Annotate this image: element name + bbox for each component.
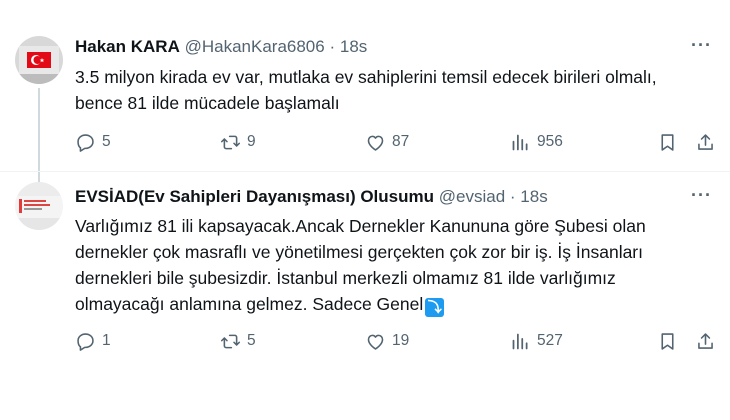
tweet-header: EVSİAD(Ev Sahipleri Dayanışması) Olusumu…: [75, 187, 548, 207]
display-name[interactable]: Hakan KARA: [75, 37, 180, 56]
retweet-button[interactable]: 9: [220, 130, 256, 154]
like-button[interactable]: 19: [365, 329, 409, 353]
retweet-icon: [220, 135, 241, 149]
avatar[interactable]: [15, 36, 63, 84]
tweet-text-body: Varlığımız 81 ili kapsayacak.Ancak Derne…: [75, 216, 646, 314]
show-more-icon[interactable]: ⤵: [425, 298, 445, 317]
like-count: 87: [392, 133, 410, 150]
heart-icon: [367, 334, 384, 350]
tweet-header: Hakan KARA @HakanKara6806 · 18s: [75, 37, 367, 57]
reply-button[interactable]: 5: [75, 130, 111, 154]
display-name[interactable]: EVSİAD(Ev Sahipleri Dayanışması) Olusumu: [75, 187, 434, 206]
retweet-count: 5: [247, 332, 256, 349]
heart-icon: [367, 135, 384, 151]
more-options-icon[interactable]: ···: [691, 185, 712, 206]
tweet-actions: 5 9 87 956: [75, 130, 720, 154]
views-button[interactable]: 527: [510, 329, 563, 353]
user-handle[interactable]: @HakanKara6806: [185, 37, 325, 56]
tweet-text: Varlığımız 81 ili kapsayacak.Ancak Derne…: [75, 213, 725, 317]
views-bar-chart-icon: [512, 333, 528, 349]
reply-count: 5: [102, 133, 111, 150]
bookmark-button[interactable]: [657, 329, 678, 353]
tweet-time[interactable]: 18s: [520, 187, 547, 206]
share-icon: [698, 332, 713, 349]
share-button[interactable]: [695, 329, 716, 353]
separator-dot: ·: [329, 37, 336, 56]
bookmark-icon: [661, 332, 674, 350]
tweet-evsiad[interactable]: EVSİAD(Ev Sahipleri Dayanışması) Olusumu…: [0, 172, 730, 372]
reply-icon: [77, 332, 94, 351]
reply-icon: [77, 133, 94, 152]
share-button[interactable]: [695, 130, 716, 154]
retweet-count: 9: [247, 133, 256, 150]
tweet-time[interactable]: 18s: [340, 37, 367, 56]
separator-dot: ·: [509, 187, 516, 206]
tweet-actions: 1 5 19 527: [75, 329, 720, 353]
more-options-icon[interactable]: ···: [691, 35, 712, 56]
user-handle[interactable]: @evsiad: [439, 187, 505, 206]
like-button[interactable]: 87: [365, 130, 409, 154]
views-button[interactable]: 956: [510, 130, 563, 154]
tweet-text: 3.5 milyon kirada ev var, mutlaka ev sah…: [75, 67, 657, 113]
reply-button[interactable]: 1: [75, 329, 111, 353]
share-icon: [698, 133, 713, 150]
view-count: 527: [537, 332, 563, 349]
retweet-button[interactable]: 5: [220, 329, 256, 353]
view-count: 956: [537, 133, 563, 150]
retweet-icon: [220, 334, 241, 348]
like-count: 19: [392, 332, 410, 349]
avatar[interactable]: [15, 182, 63, 230]
views-bar-chart-icon: [512, 134, 528, 150]
bookmark-button[interactable]: [657, 130, 678, 154]
bookmark-icon: [661, 133, 674, 151]
tweet-hakan-kara[interactable]: Hakan KARA @HakanKara6806 · 18s ··· 3.5 …: [0, 0, 730, 188]
reply-count: 1: [102, 332, 111, 349]
